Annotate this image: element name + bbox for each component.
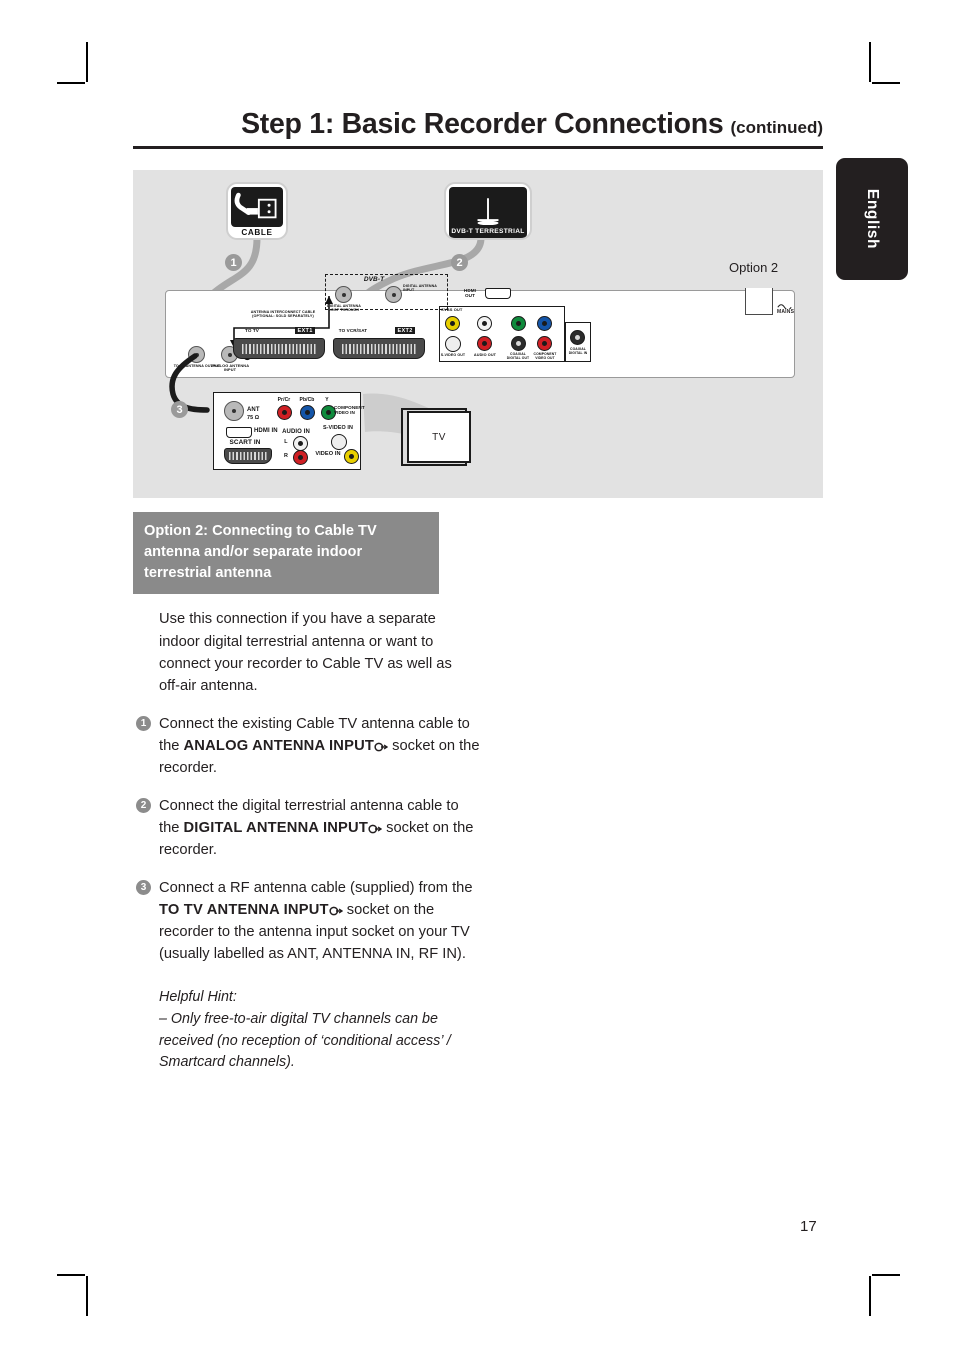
- tv-audio-r-label: R: [284, 453, 288, 459]
- audio-out-right-jack: [477, 336, 492, 351]
- tv-ant-label: ANT: [247, 407, 260, 413]
- crop-mark-top-left-v: [86, 42, 88, 82]
- steps-list: 1 Connect the existing Cable TV antenna …: [133, 713, 493, 965]
- tv-audio-right-jack: [293, 450, 308, 465]
- step-3-bold: TO TV ANTENNA INPUT: [159, 901, 329, 918]
- step-number-1: 1: [136, 715, 151, 731]
- crop-mark-bottom-left-h: [57, 1274, 85, 1276]
- tv-scart-in-label: SCART IN: [229, 439, 261, 446]
- tv-pbcb-label: Pb/Cb: [299, 397, 315, 403]
- step-item-1: 1 Connect the existing Cable TV antenna …: [133, 713, 481, 779]
- tv-y-label: Y: [325, 397, 329, 403]
- crop-mark-top-right-v: [869, 42, 871, 82]
- tv-audio-left-jack: [293, 436, 308, 451]
- crop-mark-bottom-left-v: [86, 1276, 88, 1316]
- s-video-out-jack: [445, 336, 461, 352]
- antenna-input-icon-2: [368, 818, 383, 840]
- tv-ant-jack: [224, 401, 244, 421]
- digital-antenna-loop-label: DIGITAL ANTENNA LOOP THROUGH: [327, 304, 361, 313]
- step-3-pre: Connect a RF antenna cable (supplied) fr…: [159, 879, 473, 896]
- page-title-continued: (continued): [730, 118, 823, 137]
- helpful-hint-title: Helpful Hint:: [159, 989, 237, 1006]
- step-item-2: 2 Connect the digital terrestrial antenn…: [133, 795, 481, 861]
- component-y-jack: [511, 316, 526, 331]
- antenna-input-icon-1: [374, 736, 389, 758]
- tv-input-panel: ANT 75 Ω Pr/Cr Pb/Cb Y COMPONENT VIDEO I…: [213, 392, 365, 470]
- cvbs-out-jack: [445, 316, 460, 331]
- audio-out-left-jack: [477, 316, 492, 331]
- tv-ant-ohm-label: 75 Ω: [247, 415, 260, 421]
- scart2-caption: TO VCR/SAT: [338, 328, 368, 333]
- scart1-caption: TO TV: [245, 328, 259, 333]
- crop-mark-top-right-h: [872, 82, 900, 84]
- cvbs-out-label: CVBS OUT: [441, 307, 463, 312]
- page-header: Step 1: Basic Recorder Connections (cont…: [133, 108, 823, 149]
- connection-diagram: Option 2 CABLE 1 DVB-T TERRESTRIAL 2 MAI…: [133, 170, 823, 498]
- instructions-column: Option 2: Connecting to Cable TV antenna…: [133, 512, 493, 1074]
- tv-hdmi-in-port: [226, 427, 252, 438]
- tv-audio-in-label: AUDIO IN: [282, 429, 310, 435]
- component-pr-jack: [537, 336, 552, 351]
- digital-antenna-input-jack: [385, 286, 402, 303]
- scart1-ext-tag: EXT1: [295, 327, 316, 334]
- scart1-connector: [233, 338, 325, 359]
- tv-video-in-label: VIDEO IN: [315, 451, 341, 457]
- scart2-ext-tag: EXT2: [395, 327, 416, 334]
- title-underline: [133, 146, 823, 149]
- tv-component-pb-jack: [300, 405, 315, 420]
- television-set: TV: [401, 408, 471, 466]
- component-pb-jack: [537, 316, 552, 331]
- step-number-2: 2: [136, 797, 151, 813]
- page-title-main: Step 1: Basic Recorder Connections: [241, 108, 724, 140]
- coaxial-digital-in-label: COAXIAL DIGITAL IN: [568, 347, 588, 355]
- coaxial-digital-in-jack: [570, 330, 585, 345]
- tv-scart-in-connector: [224, 448, 272, 464]
- tv-s-video-in-jack: [331, 434, 347, 450]
- language-tab: English: [836, 158, 908, 280]
- tv-screen-label: TV: [432, 431, 446, 443]
- page-title: Step 1: Basic Recorder Connections (cont…: [133, 108, 823, 141]
- helpful-hint: Helpful Hint: – Only free-to-air digital…: [159, 987, 471, 1074]
- page-number: 17: [800, 1218, 817, 1235]
- dvbt-block-label: DVB-T: [363, 276, 385, 283]
- tv-video-in-jack: [344, 449, 359, 464]
- digital-antenna-loop-through-jack: [335, 286, 352, 303]
- crop-mark-top-left-h: [57, 82, 85, 84]
- tv-component-video-in-label: COMPONENT VIDEO IN: [334, 405, 365, 416]
- option-heading: Option 2: Connecting to Cable TV antenna…: [133, 512, 439, 595]
- digital-antenna-input-label: DIGITAL ANTENNA INPUT: [403, 284, 437, 293]
- antenna-interconnect-label: ANTENNA INTERCONNECT CABLE (OPTIONAL: SO…: [250, 310, 316, 319]
- intro-paragraph: Use this connection if you have a separa…: [159, 611, 452, 694]
- coaxial-digital-out-jack: [511, 336, 526, 351]
- hdmi-out-label: HDMI OUT: [463, 288, 477, 299]
- step-item-3: 3 Connect a RF antenna cable (supplied) …: [133, 877, 481, 965]
- step-1-bold: ANALOG ANTENNA INPUT: [183, 737, 375, 754]
- tv-screen: TV: [407, 411, 471, 463]
- helpful-hint-body: – Only free-to-air digital TV channels c…: [159, 1010, 451, 1071]
- step-2-bold: DIGITAL ANTENNA INPUT: [183, 819, 369, 836]
- audio-out-label: AUDIO OUT: [473, 353, 497, 357]
- language-tab-label: English: [864, 188, 881, 250]
- antenna-input-icon-3: [329, 900, 343, 922]
- tv-component-pr-jack: [277, 405, 292, 420]
- crop-mark-bottom-right-h: [872, 1274, 900, 1276]
- tv-s-video-in-label: S-VIDEO IN: [322, 425, 354, 431]
- tv-audio-l-label: L: [284, 439, 288, 445]
- step-number-3: 3: [136, 879, 151, 895]
- s-video-out-label: S-VIDEO OUT: [440, 353, 466, 357]
- tv-prcr-label: Pr/Cr: [277, 397, 291, 403]
- crop-mark-bottom-right-v: [869, 1276, 871, 1316]
- scart2-connector: [333, 338, 425, 359]
- hdmi-out-port: [485, 288, 511, 299]
- component-video-out-label: COMPONENT VIDEO OUT: [533, 352, 557, 360]
